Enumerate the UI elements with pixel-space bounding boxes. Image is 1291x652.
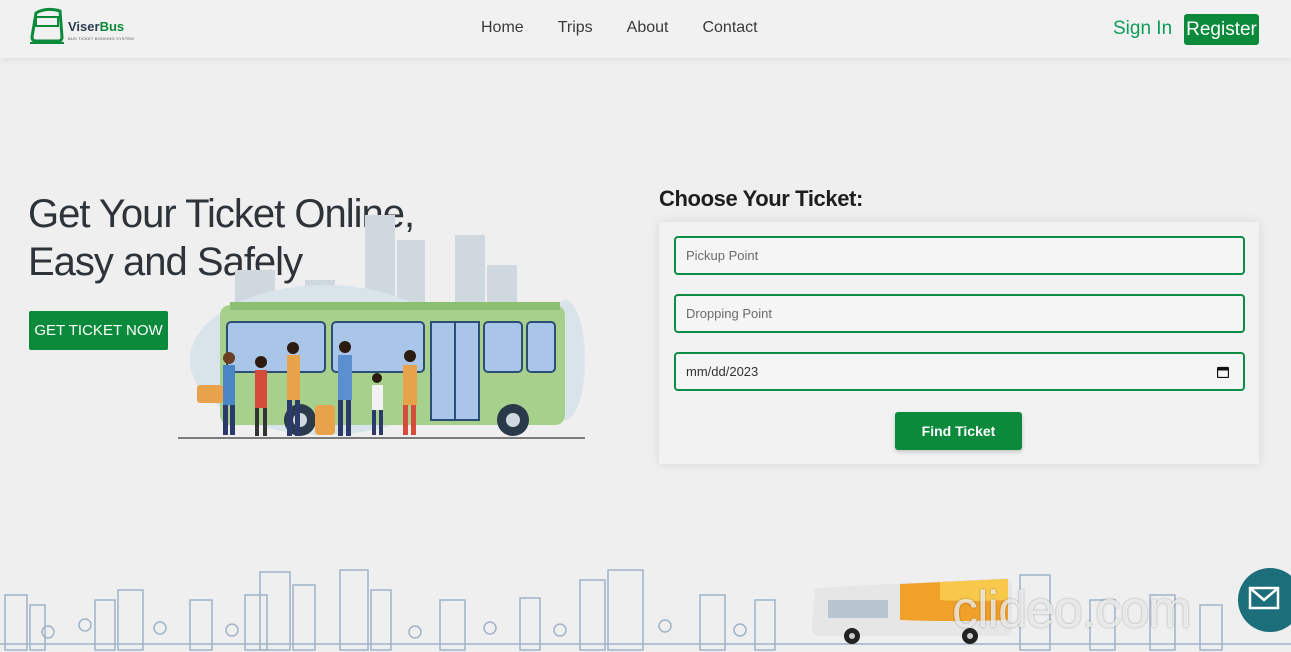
brand-name: ViserBus <box>68 19 125 34</box>
pickup-point-field[interactable] <box>674 236 1245 275</box>
register-button[interactable]: Register <box>1184 14 1259 45</box>
pickup-point-input[interactable] <box>686 248 1243 263</box>
ticket-form-title: Choose Your Ticket: <box>659 186 863 211</box>
main-menu: Home Trips About Contact <box>481 19 792 37</box>
date-field[interactable]: mm/dd/2023 <box>674 352 1245 391</box>
watermark: clideo.com <box>952 581 1192 639</box>
logo[interactable]: ViserBus BUS TICKET BOOKING SYSTEM <box>28 7 134 47</box>
calendar-icon[interactable] <box>1217 366 1229 378</box>
date-value: mm/dd/2023 <box>686 364 759 379</box>
dropping-point-input[interactable] <box>686 306 1243 321</box>
bus-stop-illustration <box>178 215 585 439</box>
bus-logo-icon <box>30 7 64 44</box>
nav-about[interactable]: About <box>627 19 669 37</box>
nav-home[interactable]: Home <box>481 19 524 37</box>
brand-tagline: BUS TICKET BOOKING SYSTEM <box>68 36 134 41</box>
sign-in-link[interactable]: Sign In <box>1113 18 1172 40</box>
find-ticket-button[interactable]: Find Ticket <box>895 412 1022 450</box>
dropping-point-field[interactable] <box>674 294 1245 333</box>
nav-trips[interactable]: Trips <box>558 19 593 37</box>
get-ticket-now-button[interactable]: GET TICKET NOW <box>29 311 168 350</box>
top-navbar: ViserBus BUS TICKET BOOKING SYSTEM Home … <box>0 0 1291 58</box>
nav-contact[interactable]: Contact <box>702 19 757 37</box>
